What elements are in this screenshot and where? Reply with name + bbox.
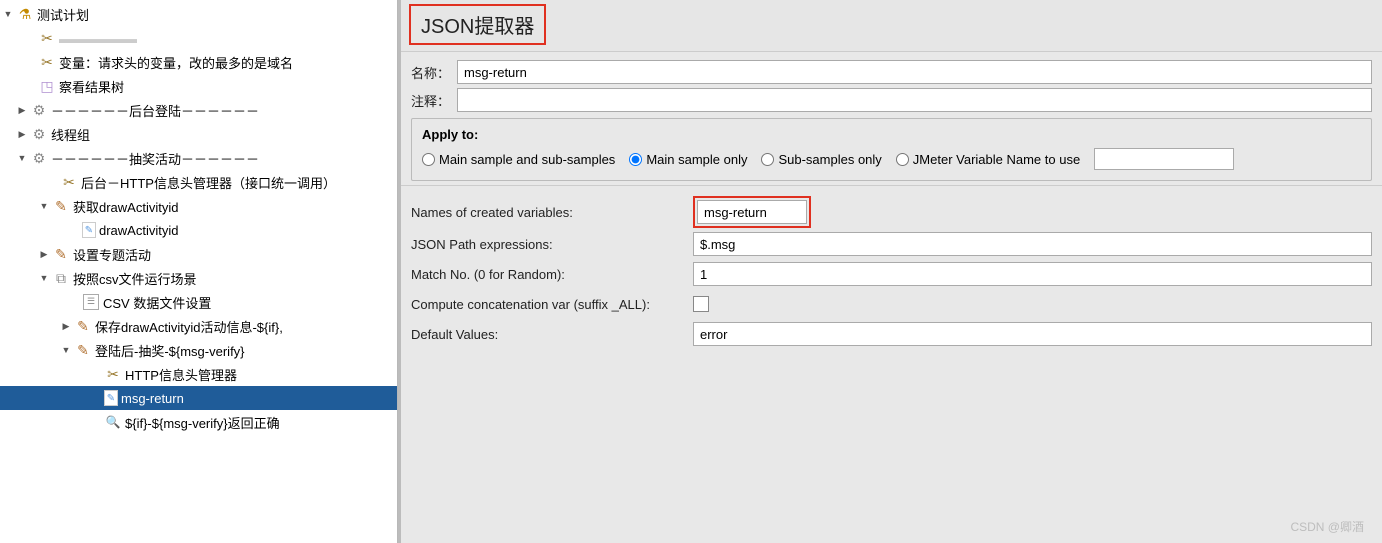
tree-node-thread-group[interactable]: ▶ ⚙ 线程组 bbox=[0, 122, 397, 146]
toggle-icon[interactable]: ▶ bbox=[16, 104, 28, 116]
apply-to-group: Apply to: Main sample and sub-samples Ma… bbox=[411, 118, 1372, 181]
radio-main-sub[interactable]: Main sample and sub-samples bbox=[422, 152, 615, 167]
config-panel: JSON提取器 名称： 注释： Apply to: Main sample an… bbox=[398, 0, 1382, 543]
tree-node-lottery-group[interactable]: ▼ ⚙ －－－－－－抽奖活动－－－－－－ bbox=[0, 146, 397, 170]
radio-input[interactable] bbox=[761, 153, 774, 166]
gear-icon: ⚙ bbox=[30, 125, 48, 143]
tree-node-variable[interactable]: ✂ 变量：请求头的变量，改的最多的是域名 bbox=[0, 50, 397, 74]
toggle-icon[interactable]: ▶ bbox=[38, 248, 50, 260]
tree-node-get-draw[interactable]: ▼ ✎ 获取drawActivityid bbox=[0, 194, 397, 218]
tree-node-label: 变量：请求头的变量，改的最多的是域名 bbox=[59, 53, 299, 72]
flask-icon: ⚗ bbox=[16, 5, 34, 23]
tree-node-login-after[interactable]: ▼ ✎ 登陆后-抽奖-${msg-verify} bbox=[0, 338, 397, 362]
tree-node-msg-return[interactable]: msg-return bbox=[0, 386, 397, 410]
wrench-icon: ✂ bbox=[104, 365, 122, 383]
dropper-icon: ✎ bbox=[74, 317, 92, 335]
tree-node-label: －－－－－－后台登陆－－－－－－ bbox=[51, 101, 265, 120]
radio-label: Main sample and sub-samples bbox=[439, 152, 615, 167]
default-values-input[interactable] bbox=[693, 322, 1372, 346]
tree-node-csv-scene[interactable]: ▼ ⧉ 按照csv文件运行场景 bbox=[0, 266, 397, 290]
tree-node-blurred[interactable]: ✂ ▬▬▬▬▬▬ bbox=[0, 26, 397, 50]
tree-node-label: 保存drawActivityid活动信息-${if}, bbox=[95, 317, 289, 336]
tree-node-label: CSV 数据文件设置 bbox=[103, 293, 217, 312]
jmeter-var-input[interactable] bbox=[1094, 148, 1234, 170]
toggle-icon[interactable]: ▼ bbox=[38, 200, 50, 212]
json-path-label: JSON Path expressions: bbox=[411, 237, 693, 252]
toggle-icon[interactable]: ▼ bbox=[16, 152, 28, 164]
names-input[interactable] bbox=[697, 200, 807, 224]
page-icon bbox=[82, 222, 96, 238]
tree-node-draw-activity[interactable]: drawActivityid bbox=[0, 218, 397, 242]
name-input[interactable] bbox=[457, 60, 1372, 84]
radio-jmeter-var[interactable]: JMeter Variable Name to use bbox=[896, 152, 1080, 167]
tree-node-label: 测试计划 bbox=[37, 5, 95, 24]
match-no-input[interactable] bbox=[693, 262, 1372, 286]
tree-node-if-verify[interactable]: ${if}-${msg-verify}返回正确 bbox=[0, 410, 397, 434]
radio-sub-only[interactable]: Sub-samples only bbox=[761, 152, 881, 167]
tree-node-http-header-mgr[interactable]: ✂ 后台－HTTP信息头管理器（接口统一调用） bbox=[0, 170, 397, 194]
gear-icon: ⚙ bbox=[30, 149, 48, 167]
tree-node-save-draw[interactable]: ▶ ✎ 保存drawActivityid活动信息-${if}, bbox=[0, 314, 397, 338]
tree-node-label: －－－－－－抽奖活动－－－－－－ bbox=[51, 149, 265, 168]
page-icon bbox=[104, 390, 118, 406]
default-values-label: Default Values: bbox=[411, 327, 693, 342]
toggle-icon[interactable]: ▼ bbox=[38, 272, 50, 284]
toggle-icon[interactable]: ▼ bbox=[2, 8, 14, 20]
tree-node-label: msg-return bbox=[121, 391, 190, 406]
dropper-icon: ✎ bbox=[74, 341, 92, 359]
tree-node-http-header[interactable]: ✂ HTTP信息头管理器 bbox=[0, 362, 397, 386]
tree-panel: ▼ ⚗ 测试计划 ✂ ▬▬▬▬▬▬ ✂ 变量：请求头的变量，改的最多的是域名 ◳… bbox=[0, 0, 398, 543]
concat-label: Compute concatenation var (suffix _ALL): bbox=[411, 297, 693, 312]
dropper-icon: ✎ bbox=[52, 245, 70, 263]
radio-label: JMeter Variable Name to use bbox=[913, 152, 1080, 167]
gear-icon: ⧉ bbox=[52, 269, 70, 287]
tree-node-label: 后台－HTTP信息头管理器（接口统一调用） bbox=[81, 173, 342, 192]
csv-icon bbox=[82, 293, 100, 311]
apply-to-legend: Apply to: bbox=[422, 127, 1361, 142]
watermark: CSDN @卿酒 bbox=[1290, 518, 1364, 535]
concat-checkbox[interactable] bbox=[693, 296, 709, 312]
match-no-label: Match No. (0 for Random): bbox=[411, 267, 693, 282]
tree-node-set-topic[interactable]: ▶ ✎ 设置专题活动 bbox=[0, 242, 397, 266]
radio-label: Sub-samples only bbox=[778, 152, 881, 167]
wrench-icon: ✂ bbox=[38, 29, 56, 47]
result-tree-icon: ◳ bbox=[38, 77, 56, 95]
radio-input[interactable] bbox=[896, 153, 909, 166]
tree-node-csv-data[interactable]: CSV 数据文件设置 bbox=[0, 290, 397, 314]
radio-label: Main sample only bbox=[646, 152, 747, 167]
tree-node-label: 线程组 bbox=[51, 125, 96, 144]
tree-node-label: 获取drawActivityid bbox=[73, 197, 184, 216]
toggle-icon[interactable]: ▶ bbox=[16, 128, 28, 140]
tree-node-label: 设置专题活动 bbox=[73, 245, 157, 264]
panel-title: JSON提取器 bbox=[409, 4, 546, 45]
tree-node-label: ▬▬▬▬▬▬ bbox=[59, 31, 143, 46]
wrench-icon: ✂ bbox=[38, 53, 56, 71]
tree-node-login-group[interactable]: ▶ ⚙ －－－－－－后台登陆－－－－－－ bbox=[0, 98, 397, 122]
tree-node-results[interactable]: ◳ 察看结果树 bbox=[0, 74, 397, 98]
tree-node-label: 登陆后-抽奖-${msg-verify} bbox=[95, 341, 251, 360]
toggle-icon[interactable]: ▼ bbox=[60, 344, 72, 356]
dropper-icon: ✎ bbox=[52, 197, 70, 215]
names-label: Names of created variables: bbox=[411, 205, 693, 220]
tree-root[interactable]: ▼ ⚗ 测试计划 bbox=[0, 2, 397, 26]
wrench-icon: ✂ bbox=[60, 173, 78, 191]
tree-node-label: 察看结果树 bbox=[59, 77, 130, 96]
toggle-icon[interactable]: ▶ bbox=[60, 320, 72, 332]
comment-input[interactable] bbox=[457, 88, 1372, 112]
radio-input[interactable] bbox=[422, 153, 435, 166]
json-path-input[interactable] bbox=[693, 232, 1372, 256]
gear-icon: ⚙ bbox=[30, 101, 48, 119]
radio-main-only[interactable]: Main sample only bbox=[629, 152, 747, 167]
name-label: 名称： bbox=[411, 63, 457, 82]
magnifier-icon bbox=[104, 413, 122, 431]
tree-node-label: ${if}-${msg-verify}返回正确 bbox=[125, 413, 286, 432]
radio-input[interactable] bbox=[629, 153, 642, 166]
tree-node-label: HTTP信息头管理器 bbox=[125, 365, 243, 384]
tree-node-label: 按照csv文件运行场景 bbox=[73, 269, 203, 288]
comment-label: 注释： bbox=[411, 91, 457, 110]
tree-node-label: drawActivityid bbox=[99, 223, 184, 238]
